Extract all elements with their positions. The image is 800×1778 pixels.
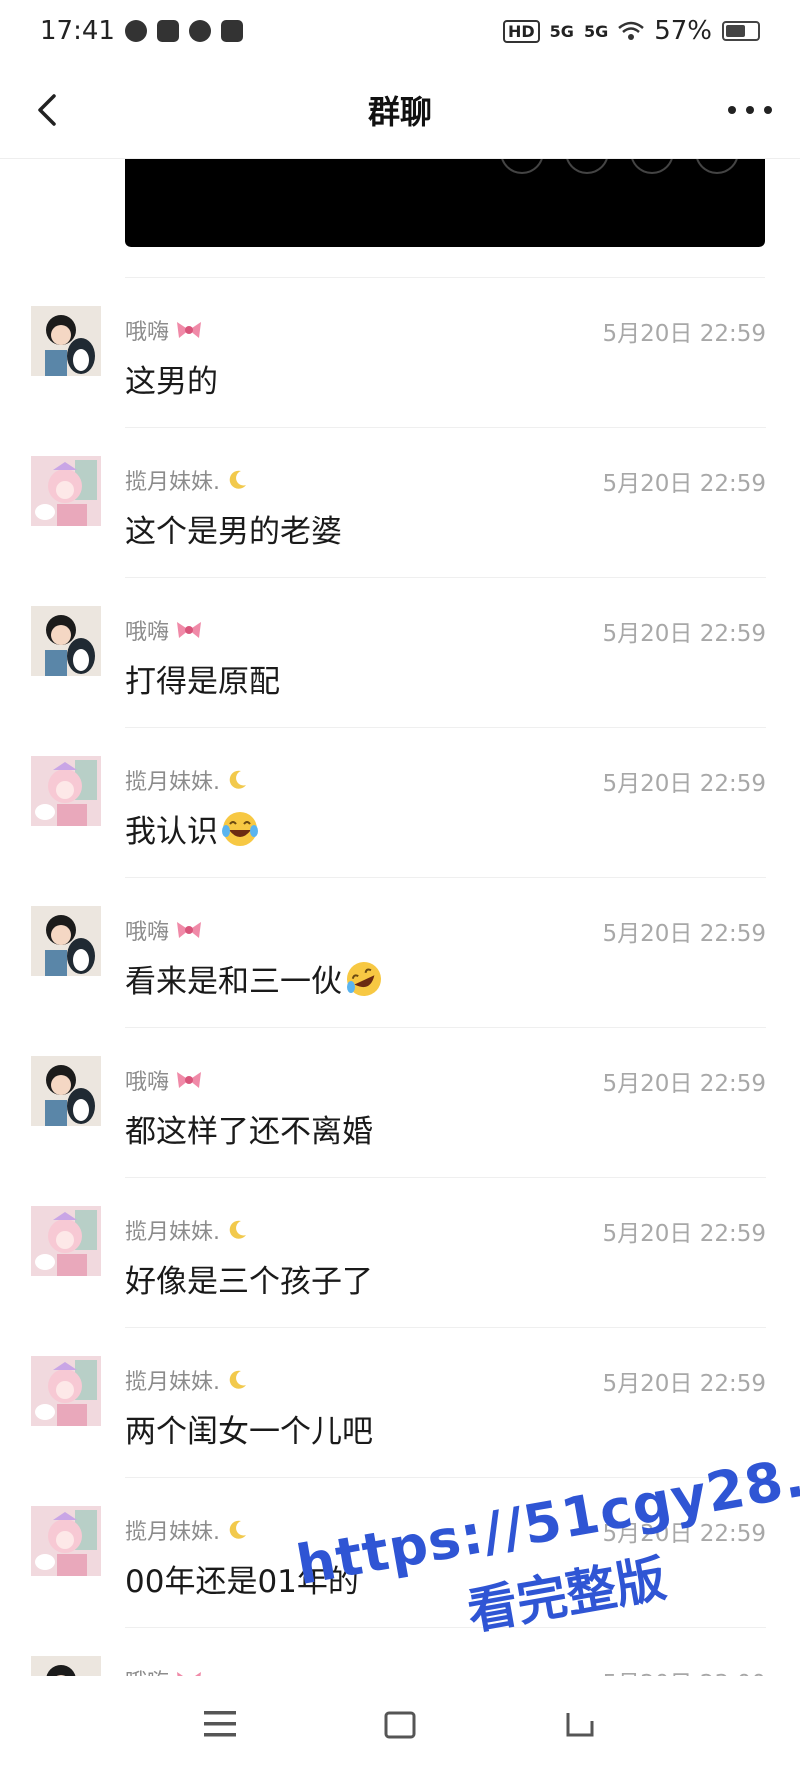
bow-icon [177,1072,202,1088]
message-text: 好像是三个孩子了 [125,1264,373,1300]
battery-icon [722,21,760,41]
bow-icon [177,322,202,338]
status-left: 17:41 [40,16,243,46]
status-bar: 17:41 HD 5G 5G 57% [0,0,800,62]
message-time: 5月20日 22:59 [602,771,767,797]
sender-name: 哦嗨 [125,1064,203,1096]
sender-name: 揽月妹妹. [125,1214,248,1246]
avatar[interactable] [31,606,101,676]
more-dot-icon [728,106,736,114]
page-title: 群聊 [367,93,432,131]
avatar[interactable] [31,1356,101,1426]
bow-icon [177,622,202,638]
more-dot-icon [764,106,772,114]
avatar[interactable] [31,756,101,826]
status-right: HD 5G 5G 57% [503,16,760,46]
message-text: 打得是原配 [125,664,280,700]
message-item[interactable]: 哦嗨 5月20日 22:59 这男的 [0,278,800,428]
message-text: 两个闺女一个儿吧 [125,1414,373,1450]
back-arrow-icon[interactable] [22,84,74,136]
signal-5g-icon-2: 5G [583,21,609,41]
message-time: 5月20日 22:59 [602,1071,767,1097]
sender-name: 哦嗨 [125,614,203,646]
sender-name: 哦嗨 [125,314,203,346]
status-time: 17:41 [40,16,115,46]
chat-header: 群聊 [0,62,800,159]
vivo-app-icon [156,20,179,42]
sender-name: 揽月妹妹. [125,1364,248,1396]
message-time: 5月20日 22:59 [602,471,767,497]
avatar[interactable] [31,1056,101,1126]
message-text: 这个是男的老婆 [125,514,342,550]
bow-icon [177,922,202,938]
message-time: 5月20日 22:59 [602,321,767,347]
message-time: 5月20日 22:59 [602,921,767,947]
message-text: 都这样了还不离婚 [125,1114,373,1150]
message-notification-icon [220,20,243,42]
menu-icon[interactable] [200,1707,240,1741]
avatar[interactable] [31,1506,101,1576]
signal-5g-icon: 5G [549,21,574,41]
sender-name: 哦嗨 [125,914,203,946]
message-item[interactable]: 哦嗨 5月20日 22:59 都这样了还不离婚 [0,1028,800,1178]
message-item[interactable]: 哦嗨 5月20日 22:59 打得是原配 [0,578,800,728]
moon-icon [229,1370,246,1389]
message-text: 我认识 [125,806,260,851]
wifi-icon [618,21,645,40]
message-item[interactable]: 揽月妹妹. 5月20日 22:59 两个闺女一个儿吧 [0,1328,800,1478]
moon-icon [229,1520,246,1539]
laugh-tears-emoji-icon [222,811,258,846]
avatar[interactable] [31,1206,101,1276]
chat-notification-icon [124,20,147,42]
more-options-button[interactable] [728,96,772,124]
moon-icon [229,770,246,789]
message-item[interactable]: 揽月妹妹. 5月20日 22:59 我认识 [0,728,800,878]
more-dot-icon [746,106,754,114]
message-item[interactable]: 哦嗨 5月20日 22:59 看来是和三一伙 [0,878,800,1028]
sender-name: 揽月妹妹. [125,464,248,496]
avatar[interactable] [31,306,101,376]
message-text: 这男的 [125,364,218,400]
message-text: 看来是和三一伙 [125,956,384,1001]
app-notification-icon [188,20,211,42]
rofl-emoji-icon [347,961,381,996]
message-time: 5月20日 22:59 [602,1371,767,1397]
message-time: 5月20日 22:59 [602,621,767,647]
moon-icon [229,470,246,489]
message-item[interactable]: 揽月妹妹. 5月20日 22:59 这个是男的老婆 [0,428,800,578]
sender-name: 揽月妹妹. [125,1514,248,1546]
avatar[interactable] [31,456,101,526]
avatar[interactable] [31,906,101,976]
moon-icon [229,1220,246,1239]
battery-percent: 57% [654,16,712,46]
message-item[interactable]: 揽月妹妹. 5月20日 22:59 好像是三个孩子了 [0,1178,800,1328]
hd-icon: HD [503,19,540,43]
sender-name: 揽月妹妹. [125,764,248,796]
message-time: 5月20日 22:59 [602,1221,767,1247]
